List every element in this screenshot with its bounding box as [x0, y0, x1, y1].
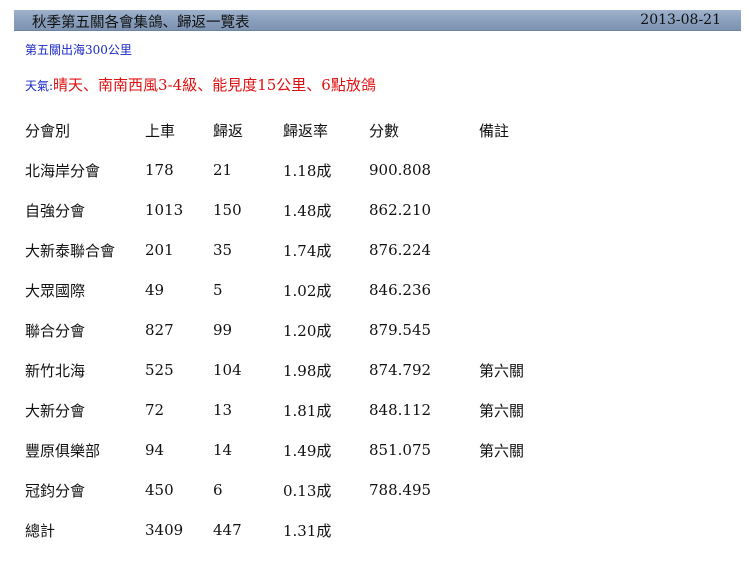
results-table: 分會別 上車 歸返 歸返率 分數 備註北海岸分會 178 21 1.18成 900.808 自強分會… — [25, 110, 559, 550]
cell-note — [479, 310, 559, 350]
cell-club: 大眾國際 — [25, 281, 86, 300]
weather-text: 晴天、南南西風3-4級、能見度15公里、6點放鴿 — [53, 76, 376, 94]
cell-score: 846.236 — [369, 281, 432, 299]
cell-club: 豐原俱樂部 — [25, 441, 101, 460]
cell-returned: 99 — [213, 321, 233, 339]
report-date: 2013-08-21 — [640, 12, 721, 28]
cell-departed: 525 — [145, 361, 174, 379]
total-row: 總計 3409 447 1.31成 — [25, 510, 559, 550]
table-row: 大眾國際 49 5 1.02成 846.236 — [25, 270, 559, 310]
race-subtitle: 第五關出海300公里 — [25, 43, 132, 57]
cell-return-rate: 1.31成 — [283, 521, 332, 540]
table-row: 冠鈞分會 450 6 0.13成 788.495 — [25, 470, 559, 510]
table-row: 自強分會 1013 150 1.48成 862.210 — [25, 190, 559, 230]
table-row: 大新泰聯合會 201 35 1.74成 876.224 — [25, 230, 559, 270]
cell-return-rate: 1.81成 — [283, 401, 332, 420]
cell-return-rate: 1.20成 — [283, 321, 332, 340]
cell-note: 第六關 — [479, 401, 525, 420]
cell-departed: 450 — [145, 481, 174, 499]
cell-departed: 3409 — [145, 521, 184, 539]
cell-departed: 201 — [145, 241, 174, 259]
cell-club: 總計 — [25, 521, 56, 540]
cell-club: 大新泰聯合會 — [25, 241, 116, 260]
column-header-score: 分數 — [369, 121, 400, 140]
cell-note: 第六關 — [479, 441, 525, 460]
cell-return-rate: 1.49成 — [283, 441, 332, 460]
table-row: 聯合分會 827 99 1.20成 879.545 — [25, 310, 559, 350]
cell-score — [369, 510, 479, 550]
cell-score: 879.545 — [369, 321, 432, 339]
cell-returned: 447 — [213, 521, 242, 539]
cell-score: 874.792 — [369, 361, 432, 379]
cell-returned: 21 — [213, 161, 233, 179]
cell-note — [479, 510, 559, 550]
cell-returned: 35 — [213, 241, 233, 259]
cell-club: 北海岸分會 — [25, 161, 101, 180]
cell-club: 自強分會 — [25, 201, 86, 220]
table-header-row: 分會別 上車 歸返 歸返率 分數 備註 — [25, 110, 559, 150]
title-bar: 秋季第五關各會集鴿、歸返一覽表 2013-08-21 — [14, 10, 741, 31]
table-row: 新竹北海 525 104 1.98成 874.792 第六關 — [25, 350, 559, 390]
table-row: 北海岸分會 178 21 1.18成 900.808 — [25, 150, 559, 190]
cell-club: 大新分會 — [25, 401, 86, 420]
cell-returned: 6 — [213, 481, 223, 499]
cell-returned: 5 — [213, 281, 223, 299]
column-header-club: 分會別 — [25, 121, 71, 140]
cell-score: 851.075 — [369, 441, 432, 459]
column-header-return-rate: 歸返率 — [283, 121, 329, 140]
cell-score: 848.112 — [369, 401, 432, 419]
weather-label: 天氣: — [25, 79, 54, 93]
cell-departed: 1013 — [145, 201, 184, 219]
page-title: 秋季第五關各會集鴿、歸返一覽表 — [32, 15, 250, 31]
table-row: 豐原俱樂部 94 14 1.49成 851.075 第六關 — [25, 430, 559, 470]
cell-club: 聯合分會 — [25, 321, 86, 340]
cell-return-rate: 1.02成 — [283, 281, 332, 300]
cell-note: 第六關 — [479, 361, 525, 380]
cell-return-rate: 1.98成 — [283, 361, 332, 380]
cell-note — [479, 150, 559, 190]
cell-departed: 72 — [145, 401, 165, 419]
cell-departed: 94 — [145, 441, 165, 459]
cell-return-rate: 1.18成 — [283, 161, 332, 180]
cell-club: 新竹北海 — [25, 361, 86, 380]
cell-note — [479, 470, 559, 510]
cell-note — [479, 190, 559, 230]
cell-departed: 178 — [145, 161, 174, 179]
cell-returned: 14 — [213, 441, 233, 459]
cell-note — [479, 230, 559, 270]
cell-departed: 49 — [145, 281, 165, 299]
cell-returned: 13 — [213, 401, 233, 419]
weather-line: 天氣:晴天、南南西風3-4級、能見度15公里、6點放鴿 — [25, 74, 376, 95]
column-header-note: 備註 — [479, 121, 510, 140]
cell-returned: 150 — [213, 201, 242, 219]
cell-departed: 827 — [145, 321, 174, 339]
cell-club: 冠鈞分會 — [25, 481, 86, 500]
column-header-returned: 歸返 — [213, 121, 244, 140]
cell-return-rate: 1.74成 — [283, 241, 332, 260]
cell-score: 862.210 — [369, 201, 432, 219]
cell-return-rate: 0.13成 — [283, 481, 332, 500]
cell-score: 788.495 — [369, 481, 432, 499]
column-header-departed: 上車 — [145, 121, 176, 140]
cell-note — [479, 270, 559, 310]
cell-return-rate: 1.48成 — [283, 201, 332, 220]
table-row: 大新分會 72 13 1.81成 848.112 第六關 — [25, 390, 559, 430]
cell-score: 876.224 — [369, 241, 432, 259]
cell-score: 900.808 — [369, 161, 432, 179]
cell-returned: 104 — [213, 361, 242, 379]
